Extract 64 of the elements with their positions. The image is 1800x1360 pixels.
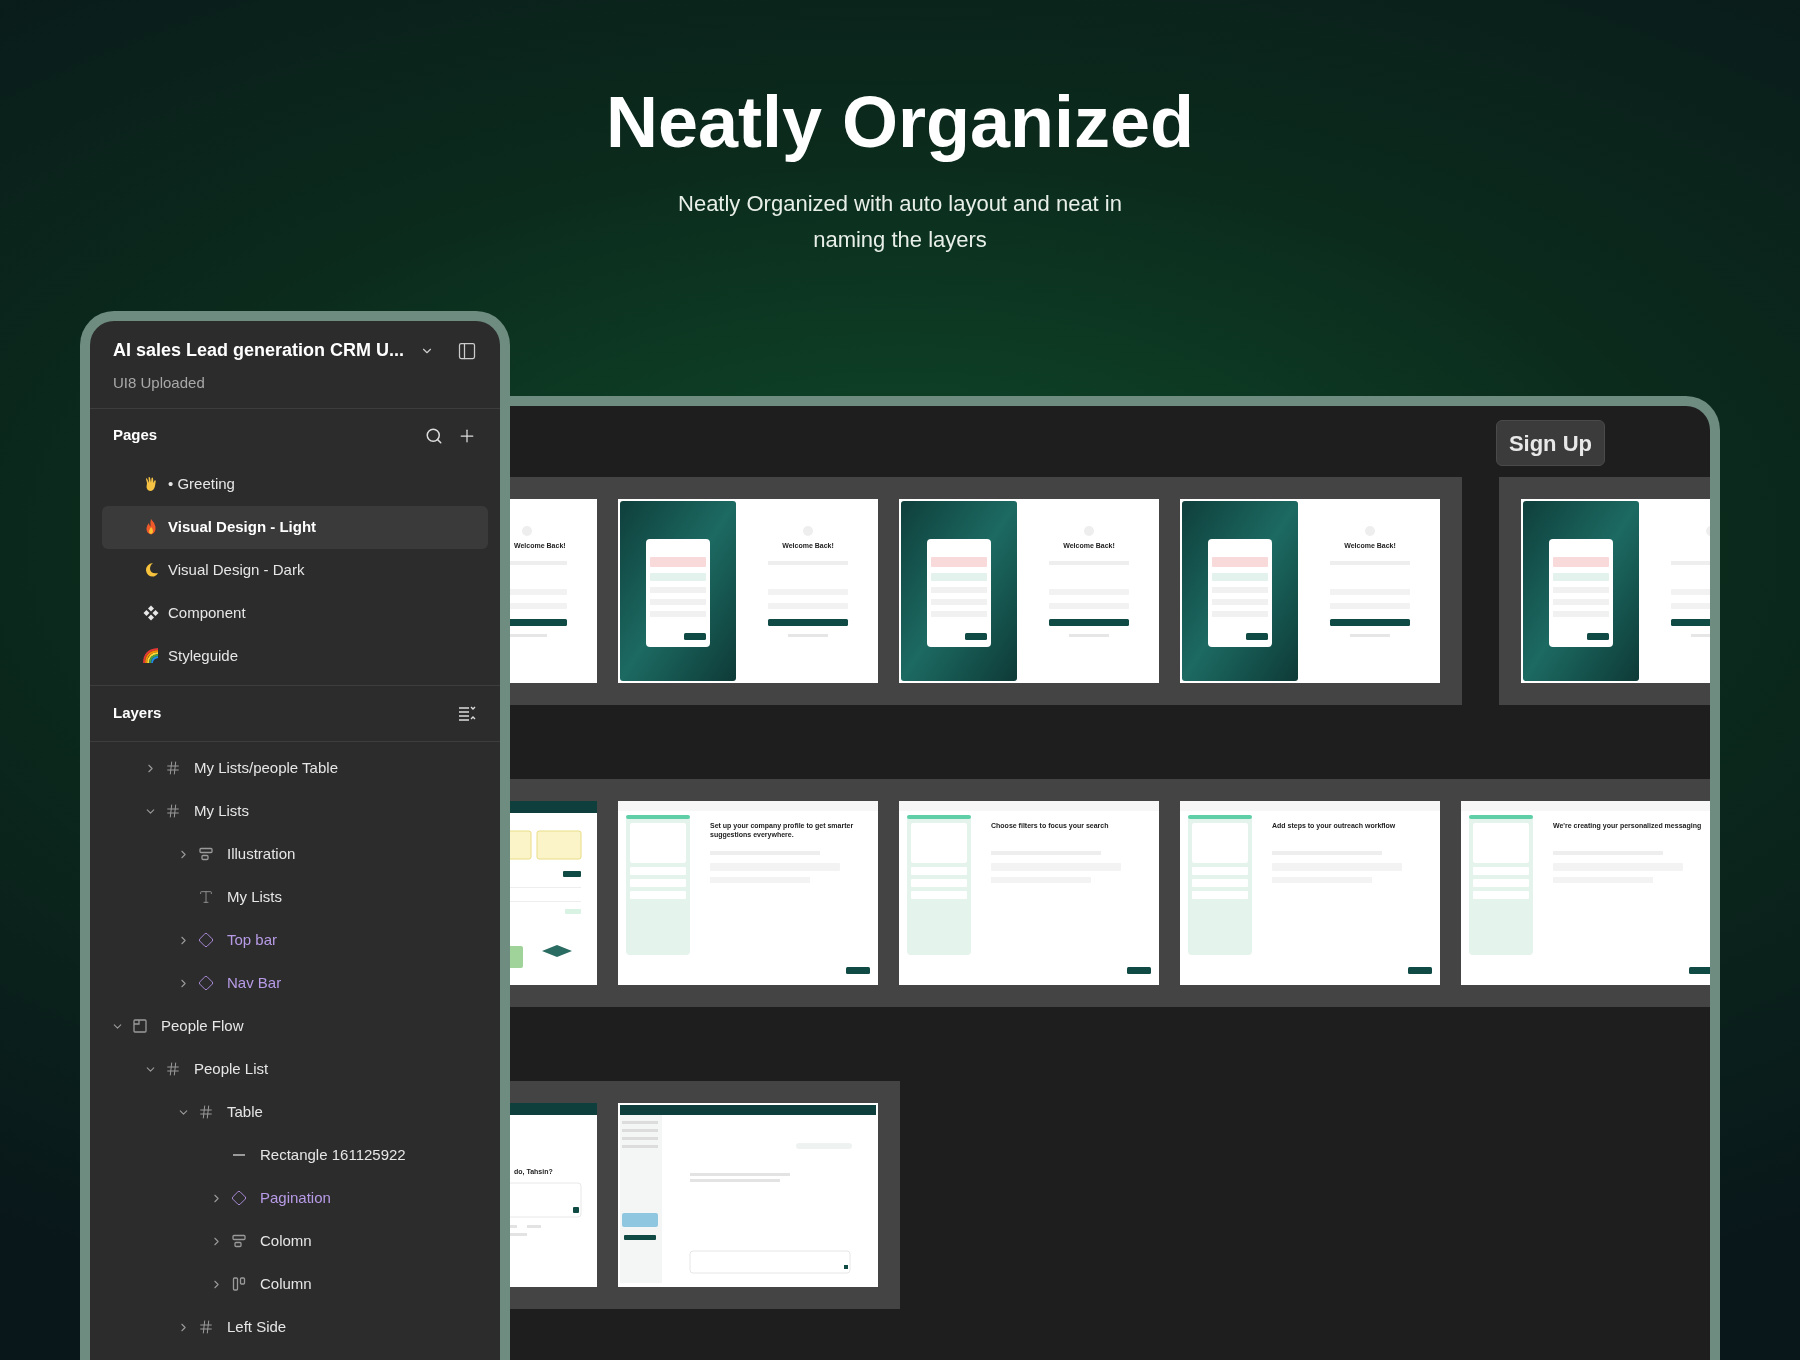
layer-name: My Lists bbox=[227, 886, 282, 907]
layers-heading: Layers bbox=[113, 702, 162, 723]
layer-name: Left Side bbox=[227, 1316, 287, 1337]
page-item[interactable]: Visual Design - Dark bbox=[102, 548, 488, 592]
layer-row[interactable]: Top bar bbox=[90, 918, 500, 962]
page-label: • Greeting bbox=[168, 473, 235, 494]
frame-icon bbox=[165, 760, 181, 776]
search-icon[interactable] bbox=[425, 426, 443, 445]
pages-heading: Pages bbox=[113, 425, 158, 446]
layer-row[interactable]: Pagination bbox=[90, 1176, 500, 1220]
text-icon bbox=[198, 889, 214, 905]
hero-subtitle: Neatly Organized with auto layout and neat in naming the layers bbox=[677, 190, 1123, 254]
frame-icon bbox=[198, 1319, 214, 1335]
frame-icon bbox=[198, 1104, 214, 1120]
sign-up-button[interactable]: Sign Up bbox=[1495, 420, 1605, 466]
layer-name: Nav Bar bbox=[227, 972, 282, 993]
layer-name: Column bbox=[260, 1273, 312, 1294]
layer-row[interactable]: Rectangle 161125922 bbox=[90, 1133, 500, 1177]
page-item[interactable]: Component bbox=[102, 591, 488, 635]
page-label: Component bbox=[168, 602, 246, 623]
layer-row[interactable]: My Lists bbox=[90, 789, 500, 833]
layer-name: People Flow bbox=[161, 1015, 244, 1036]
layer-row[interactable]: People Flow bbox=[90, 1004, 500, 1048]
frame-icon bbox=[165, 803, 181, 819]
layer-row[interactable]: People List bbox=[90, 1047, 500, 1091]
page-label: Visual Design - Dark bbox=[168, 559, 305, 580]
page-label: Styleguide bbox=[168, 645, 239, 666]
file-name[interactable]: AI sales Lead generation CRM U... bbox=[113, 337, 405, 364]
rainbow-icon bbox=[142, 647, 160, 665]
component-icon bbox=[142, 604, 160, 622]
layer-name: My Lists bbox=[194, 800, 249, 821]
layer-name: Rectangle 161125922 bbox=[260, 1144, 406, 1165]
frame-icon bbox=[165, 1061, 181, 1077]
layer-name: Colomn bbox=[260, 1230, 312, 1251]
layer-row[interactable]: My Lists bbox=[90, 875, 500, 919]
horizontal-stack-icon bbox=[231, 1276, 247, 1292]
vertical-stack-icon bbox=[198, 846, 214, 862]
layer-name: Pagination bbox=[260, 1187, 331, 1208]
line-icon bbox=[233, 1154, 245, 1156]
layer-row[interactable]: My Lists/people Table bbox=[90, 746, 500, 790]
section-icon bbox=[132, 1018, 148, 1034]
page-item[interactable]: Styleguide bbox=[102, 634, 488, 678]
sidebar-toggle-icon[interactable] bbox=[457, 340, 477, 361]
component-icon bbox=[231, 1190, 247, 1206]
layer-name: People List bbox=[194, 1058, 269, 1079]
layer-row[interactable]: Column bbox=[90, 1262, 500, 1306]
hero-title: Neatly Organized bbox=[605, 81, 1195, 164]
team-name: UI8 Uploaded bbox=[112, 373, 206, 393]
layer-name: Table bbox=[227, 1101, 263, 1122]
layer-row[interactable]: Table bbox=[90, 1090, 500, 1134]
layer-row[interactable]: Nav Bar bbox=[90, 961, 500, 1005]
page-label: Visual Design - Light bbox=[168, 516, 317, 537]
layer-row[interactable]: Colomn bbox=[90, 1219, 500, 1263]
layer-row[interactable]: Illustration bbox=[90, 832, 500, 876]
collapse-layers-icon[interactable] bbox=[457, 704, 477, 722]
layer-name: My Lists/people Table bbox=[194, 757, 338, 778]
layer-name: Top bar bbox=[227, 929, 278, 950]
layer-name: Illustration bbox=[227, 843, 296, 864]
component-icon bbox=[198, 932, 214, 948]
component-icon bbox=[198, 975, 214, 991]
layer-row[interactable]: Left Side bbox=[90, 1305, 500, 1349]
vertical-stack-icon bbox=[231, 1233, 247, 1249]
page-item[interactable]: • Greeting bbox=[102, 462, 488, 506]
page-item[interactable]: Visual Design - Light bbox=[102, 505, 488, 549]
